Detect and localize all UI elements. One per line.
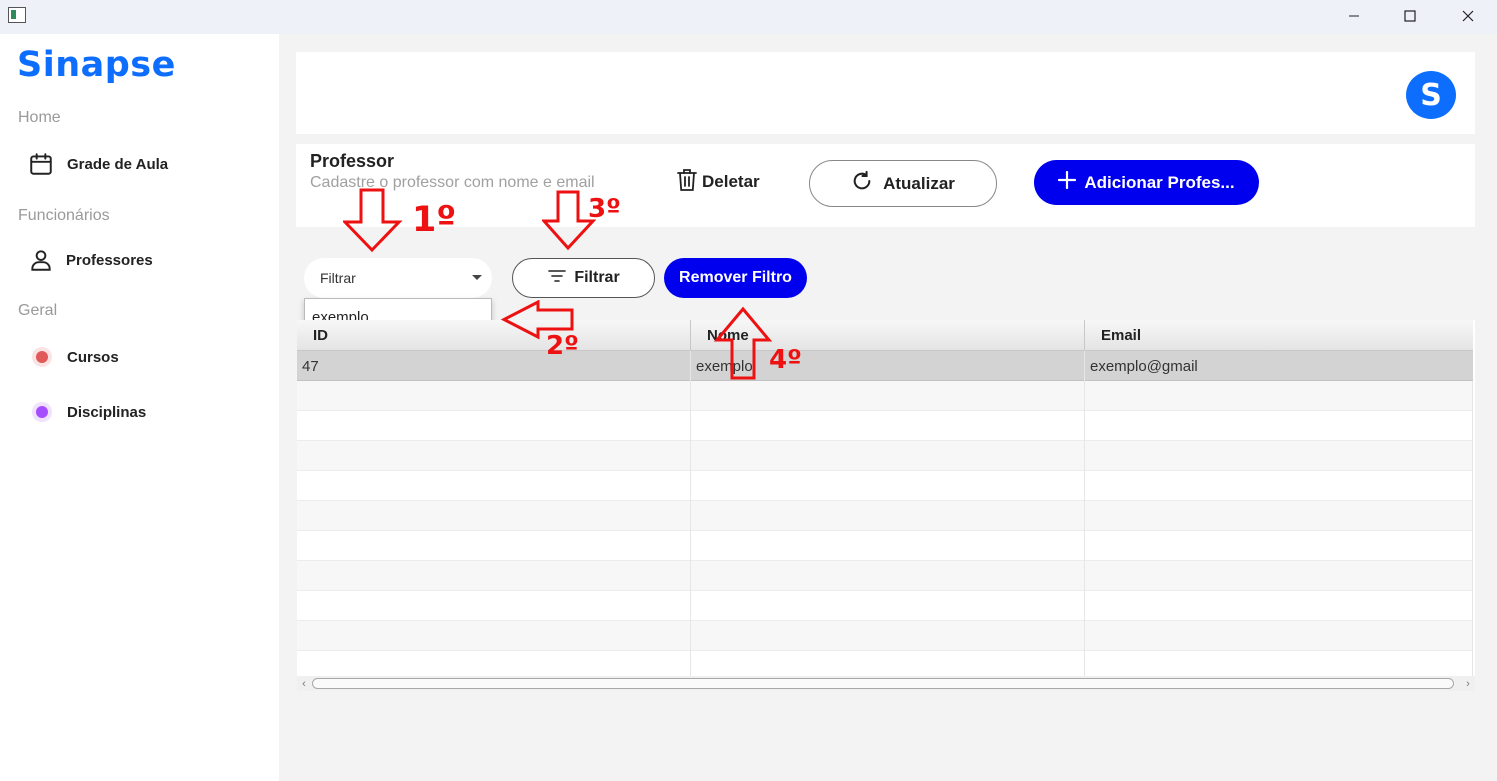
plus-icon xyxy=(1058,170,1077,194)
maximize-icon[interactable] xyxy=(1387,0,1433,32)
sidebar-item-label: Grade de Aula xyxy=(67,155,169,173)
add-professor-button-label: Adicionar Profes... xyxy=(1084,172,1235,192)
annotation-label-3: 3º xyxy=(588,194,621,224)
scroll-right-icon[interactable]: › xyxy=(1464,678,1472,690)
cell-email: exemplo@gmail xyxy=(1090,357,1198,375)
close-icon[interactable] xyxy=(1445,0,1491,32)
user-icon xyxy=(28,247,56,273)
horizontal-scrollbar[interactable]: ‹ › xyxy=(297,676,1475,691)
section-title-funcionarios: Funcionários xyxy=(18,207,110,224)
annotation-arrow-down-1 xyxy=(343,188,403,253)
filter-button-label: Filtrar xyxy=(574,269,620,286)
filter-select-value: Filtrar xyxy=(320,270,356,286)
filter-select[interactable]: Filtrar xyxy=(304,258,492,298)
brand-logo: Sinapse xyxy=(17,45,176,85)
scroll-left-icon[interactable]: ‹ xyxy=(300,678,308,690)
trash-icon xyxy=(676,167,698,198)
refresh-icon xyxy=(851,170,873,197)
sidebar-item-label: Cursos xyxy=(67,348,119,366)
section-title-geral: Geral xyxy=(18,302,58,319)
dot-icon xyxy=(32,347,56,367)
avatar[interactable]: S xyxy=(1406,71,1456,119)
annotation-label-4: 4º xyxy=(769,345,802,375)
table-row[interactable]: 47 exemplo exemplo@gmail xyxy=(297,351,1473,381)
delete-button[interactable]: Deletar xyxy=(676,167,760,198)
table-row-empty xyxy=(297,651,1473,676)
chevron-down-icon xyxy=(472,275,482,280)
scrollbar-thumb[interactable] xyxy=(312,678,1454,689)
remove-filter-button[interactable]: Remover Filtro xyxy=(664,258,807,298)
refresh-button[interactable]: Atualizar xyxy=(809,160,997,207)
column-header-id[interactable]: ID xyxy=(297,320,691,351)
table-row-empty xyxy=(297,441,1473,471)
sidebar-item-cursos[interactable]: Cursos xyxy=(32,343,119,371)
table-header: ID Nome Email xyxy=(297,320,1473,351)
dot-icon xyxy=(32,402,56,422)
section-title-home: Home xyxy=(18,109,61,126)
table-row-empty xyxy=(297,471,1473,501)
filter-button[interactable]: Filtrar xyxy=(512,258,655,298)
delete-button-label: Deletar xyxy=(702,172,760,191)
window-titlebar xyxy=(0,0,1497,34)
table-row-empty xyxy=(297,591,1473,621)
header-bar xyxy=(296,52,1475,134)
column-header-email[interactable]: Email xyxy=(1085,320,1473,351)
page-title: Professor xyxy=(310,151,395,171)
annotation-label-1: 1º xyxy=(412,200,457,240)
app-icon xyxy=(8,7,26,23)
cell-id: 47 xyxy=(297,351,691,381)
refresh-button-label: Atualizar xyxy=(883,173,955,193)
sidebar: Sinapse Home Grade de Aula Funcionários … xyxy=(0,34,279,781)
sidebar-item-label: Disciplinas xyxy=(67,403,147,421)
table-row-empty xyxy=(297,621,1473,651)
sidebar-item-disciplinas[interactable]: Disciplinas xyxy=(32,398,146,426)
sidebar-item-grade-de-aula[interactable]: Grade de Aula xyxy=(28,150,168,178)
table-row-empty xyxy=(297,501,1473,531)
professor-table: ID Nome Email 47 exemplo exemplo@gmail xyxy=(297,320,1475,676)
table-row-empty xyxy=(297,381,1473,411)
table-row-empty xyxy=(297,531,1473,561)
annotation-arrow-up-4 xyxy=(713,306,773,380)
annotation-label-2: 2º xyxy=(546,331,579,361)
sidebar-item-label: Professores xyxy=(66,251,153,269)
add-professor-button[interactable]: Adicionar Profes... xyxy=(1034,160,1259,205)
table-row-empty xyxy=(297,411,1473,441)
table-row-empty xyxy=(297,561,1473,591)
calendar-icon xyxy=(28,151,56,177)
filter-icon xyxy=(547,268,567,289)
sidebar-item-professores[interactable]: Professores xyxy=(28,246,153,274)
minimize-icon[interactable] xyxy=(1331,0,1377,32)
